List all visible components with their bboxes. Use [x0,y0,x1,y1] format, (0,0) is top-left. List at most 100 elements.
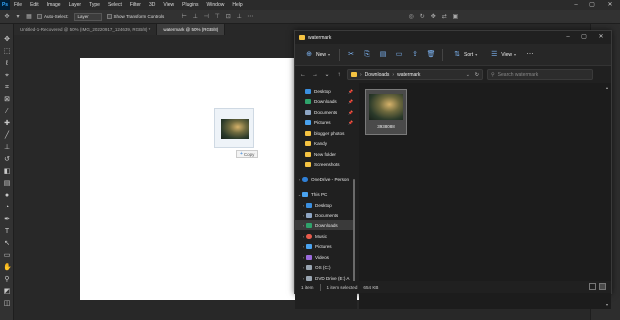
sort-button[interactable]: ⇅ Sort ▾ [449,48,480,62]
up-arrow-icon[interactable]: ↑ [335,71,343,79]
align-bottom-icon[interactable]: ⊥ [236,14,242,20]
address-bar[interactable]: › Downloads › watermark ⌄ ↻ [347,69,483,80]
cut-icon[interactable]: ✂ [346,50,356,60]
camera-icon[interactable]: ▣ [452,14,458,20]
checkbox-icon[interactable] [106,14,112,19]
align-right-icon[interactable]: ⊣ [203,14,209,20]
quick-mask-icon[interactable]: ◫ [3,300,11,308]
menu-view[interactable]: View [159,0,178,10]
menu-window[interactable]: Window [203,0,229,10]
clone-stamp-icon[interactable]: ⊥ [3,144,11,152]
align-left-icon[interactable]: ⊢ [181,14,187,20]
nav-item-music[interactable]: › Music [295,231,355,241]
close-icon[interactable]: ✕ [602,0,618,10]
menu-3d[interactable]: 3D [145,0,159,10]
details-view-icon[interactable] [589,283,596,290]
close-icon[interactable]: ✕ [594,33,608,42]
maximize-icon[interactable]: ▢ [577,33,591,42]
file-item-selected[interactable]: 3938088 [365,89,407,135]
move-tool-icon[interactable]: ✥ [3,36,11,44]
history-brush-icon[interactable]: ↺ [3,156,11,164]
chevron-down-icon[interactable]: ⌄ [466,72,470,78]
more-options-icon[interactable]: ⋯ [525,50,535,60]
layer-group-icon[interactable]: ▦ [26,14,32,20]
object-select-icon[interactable]: ⌖ [3,72,11,80]
back-arrow-icon[interactable]: ← [299,71,307,79]
nav-item-blogger-photos[interactable]: blogger photos [295,128,355,138]
nav-item-videos[interactable]: › Videos [295,252,355,262]
nav-scrollbar[interactable] [353,179,355,287]
more-icon[interactable]: ⋯ [247,14,253,20]
menu-image[interactable]: Image [43,0,65,10]
align-top-icon[interactable]: ⊤ [214,14,220,20]
chevron-down-icon[interactable]: ▾ [15,14,21,20]
nav-item-onedrive[interactable]: › OneDrive - Person [295,174,355,184]
orbit-icon[interactable]: ↻ [419,14,425,20]
menu-select[interactable]: Select [104,0,126,10]
menu-file[interactable]: File [10,0,26,10]
type-tool-icon[interactable]: T [3,228,11,236]
auto-select-checkbox[interactable]: Auto-Select: [37,14,69,19]
pen-tool-icon[interactable]: ✒ [3,216,11,224]
maximize-icon[interactable]: ▢ [584,0,600,10]
minimize-icon[interactable]: – [561,33,575,42]
nav-item-pc-desktop[interactable]: › Desktop [295,200,355,210]
nav-item-pc-downloads[interactable]: › Downloads [295,220,355,230]
recent-chevron-icon[interactable]: ⌄ [323,71,331,79]
eyedropper-icon[interactable]: ⁄ [3,108,11,116]
pan-icon[interactable]: ✥ [430,14,436,20]
nav-item-new-folder[interactable]: New folder [295,149,355,159]
menu-filter[interactable]: Filter [126,0,145,10]
path-select-icon[interactable]: ↖ [3,240,11,248]
blur-icon[interactable]: ● [3,192,11,200]
nav-item-desktop[interactable]: Desktop 📌 [295,86,355,96]
hand-tool-icon[interactable]: ✋ [3,264,12,272]
eraser-icon[interactable]: ◧ [3,168,11,176]
healing-brush-icon[interactable]: ✚ [3,120,11,128]
marquee-tool-icon[interactable]: ⬚ [3,48,11,56]
nav-item-pictures[interactable]: Pictures 📌 [295,117,355,127]
nav-item-documents[interactable]: Documents 📌 [295,107,355,117]
minimize-icon[interactable]: – [568,0,584,10]
tab-untitled[interactable]: Untitled-1-Recovered @ 50% (IMG_20220917… [14,24,158,35]
tiles-view-icon[interactable] [599,283,606,290]
transform-controls-checkbox[interactable]: Show Transform Controls [106,14,164,19]
checkbox-icon[interactable] [37,14,42,19]
view-button[interactable]: ☰ View ▾ [486,48,519,62]
lasso-tool-icon[interactable]: ℓ [3,60,11,68]
nav-item-pc-pictures[interactable]: › Pictures [295,241,355,251]
content-scrollbar[interactable]: ▴ ▾ [606,85,610,307]
menu-plugins[interactable]: Plugins [178,0,202,10]
color-swatches-icon[interactable]: ◩ [3,288,11,296]
zoom-tool-icon[interactable]: ⚲ [3,276,11,284]
menu-type[interactable]: Type [85,0,104,10]
auto-select-dropdown[interactable]: Layer [73,12,102,21]
menu-help[interactable]: Help [228,0,246,10]
nav-item-screenshots[interactable]: Screenshots [295,159,355,169]
nav-item-downloads[interactable]: Downloads 📌 [295,96,355,106]
align-middle-icon[interactable]: ⊡ [225,14,231,20]
forward-arrow-icon[interactable]: → [311,71,319,79]
rename-icon[interactable]: ▭ [394,50,404,60]
slide-icon[interactable]: ⇄ [441,14,447,20]
scroll-up-icon[interactable]: ▴ [606,85,608,90]
search-input[interactable]: ⚲ Search watermark [487,69,593,80]
breadcrumb-watermark[interactable]: watermark [397,72,420,78]
move-tool-icon[interactable]: ✥ [4,14,10,20]
gradient-icon[interactable]: ▤ [3,180,11,188]
dodge-icon[interactable]: ◔ [3,204,11,212]
scroll-down-icon[interactable]: ▾ [606,302,608,307]
breadcrumb-downloads[interactable]: Downloads [365,72,390,78]
menu-layer[interactable]: Layer [65,0,86,10]
tab-watermark[interactable]: watermark @ 50% (RGB/8) [157,24,226,35]
nav-item-os-c[interactable]: › OS (C:) [295,262,355,272]
refresh-icon[interactable]: ↻ [475,72,479,78]
3d-mode-icon[interactable]: ◎ [408,14,414,20]
rectangle-tool-icon[interactable]: ▭ [3,252,11,260]
frame-tool-icon[interactable]: ⊠ [3,96,11,104]
copy-icon[interactable]: ⎘ [362,50,372,60]
nav-item-kandy[interactable]: Kandy [295,138,355,148]
brush-tool-icon[interactable]: ╱ [3,132,11,140]
file-list-area[interactable]: 3938088 ▴ ▾ [359,83,611,309]
crop-tool-icon[interactable]: ⌗ [3,84,11,92]
